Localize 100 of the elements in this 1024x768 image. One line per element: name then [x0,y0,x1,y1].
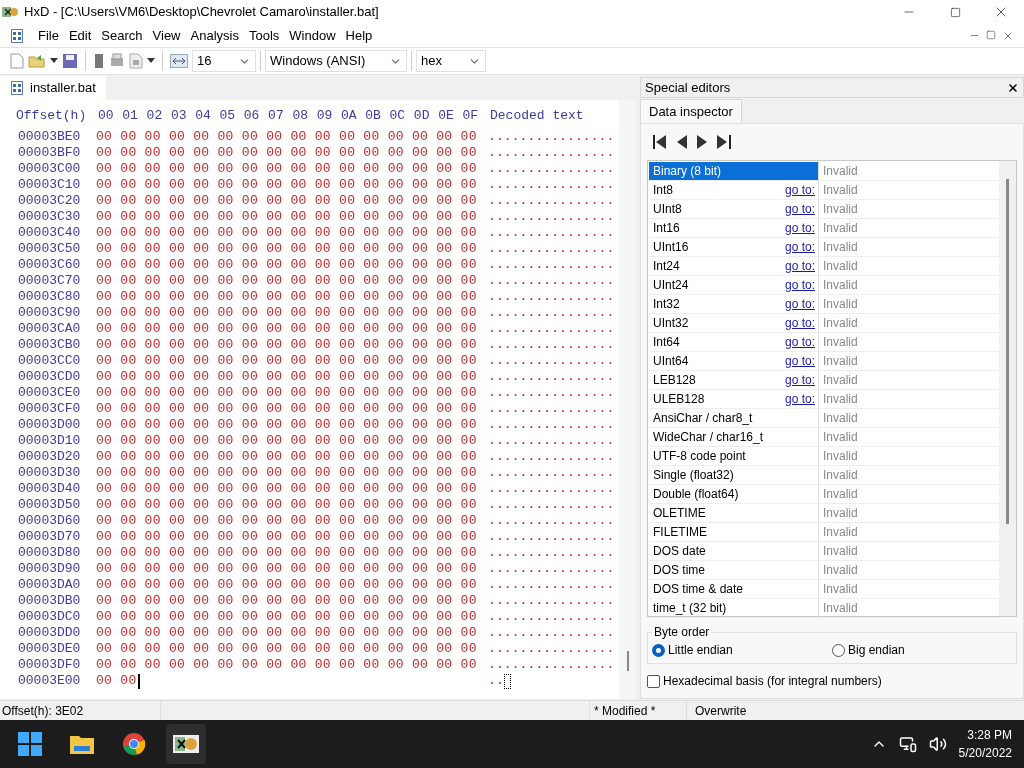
last-icon[interactable] [717,135,731,149]
decoded-text: ................ [488,369,615,385]
network-icon[interactable] [898,735,917,753]
next-icon[interactable] [697,135,707,149]
scrollbar[interactable] [619,100,636,699]
decoded-text: ................ [488,657,615,673]
hex-bytes: 00 00 00 00 00 00 00 00 00 00 00 00 00 00 00 00 [96,577,477,593]
decoded-text: ................ [488,417,615,433]
offset-text: 00003BF0 [17,145,82,161]
dropdown[interactable]: Windows (ANSI) [265,50,407,72]
type-cell[interactable]: Int24 go to: [649,257,819,275]
decoded-text: ................ [488,129,615,145]
type-cell[interactable]: UInt8 go to: [649,200,819,218]
column-width-icon[interactable] [170,54,188,68]
close-file-icon[interactable] [93,53,105,69]
go-to-link[interactable]: go to: [784,200,815,218]
type-cell[interactable]: FILETIME [649,523,819,541]
type-cell[interactable]: LEB128 go to: [649,371,819,389]
radio-option[interactable]: Big endian [832,641,1012,659]
menu-item[interactable]: Edit [64,25,96,46]
taskbar-app[interactable] [166,724,206,764]
caret-icon[interactable] [50,58,58,64]
type-cell[interactable]: UInt24 go to: [649,276,819,294]
column-header: 0B [365,108,382,125]
type-cell[interactable]: ULEB128 go to: [649,390,819,408]
hex-bytes: 00 00 00 00 00 00 00 00 00 00 00 00 00 00 00 00 [96,529,477,545]
first-icon[interactable] [653,135,667,149]
volume-icon[interactable] [928,735,947,753]
previous-icon[interactable] [677,135,687,149]
go-to-link[interactable]: go to: [784,257,815,275]
offset-text: 00003C00 [17,161,82,177]
clock[interactable]: 3:28 PM 5/20/2022 [958,726,1014,762]
type-cell[interactable]: time_t (32 bit) [649,599,819,617]
offset-header: Offset(h) [16,108,88,125]
menu-item[interactable]: File [34,25,63,46]
hex-bytes: 00 00 00 00 00 00 00 00 00 00 00 00 00 00 00 00 [96,129,477,145]
save-icon[interactable] [62,53,78,69]
go-to-link[interactable]: go to: [784,295,815,313]
go-to-link[interactable]: go to: [784,333,815,351]
menu-item[interactable]: Window [285,25,340,46]
type-cell[interactable]: Binary (8 bit) [649,162,819,180]
type-cell[interactable]: UInt32 go to: [649,314,819,332]
type-cell[interactable]: DOS date [649,542,819,560]
value-cell-text: Invalid [822,201,859,218]
dropdown[interactable]: 16 [192,50,256,72]
menu-item[interactable]: Tools [244,25,284,46]
type-cell[interactable]: UInt16 go to: [649,238,819,256]
type-cell[interactable]: DOS time [649,561,819,579]
type-cell[interactable]: UInt64 go to: [649,352,819,370]
go-to-link[interactable]: go to: [784,314,815,332]
caret-icon[interactable] [147,58,155,64]
go-to-link[interactable]: go to: [784,276,815,294]
hex-editor[interactable] [0,100,636,699]
offset-text: 00003BE0 [17,129,82,145]
go-to-link[interactable]: go to: [784,371,815,389]
go-to-link[interactable]: go to: [784,238,815,256]
printer-icon[interactable] [109,53,125,69]
type-cell[interactable]: OLETIME [649,504,819,522]
decoded-text: ................ [488,161,615,177]
menu-item[interactable]: Analysis [186,25,243,46]
decoded-text: ................ [488,241,615,257]
type-cell[interactable]: Int64 go to: [649,333,819,351]
menu-item[interactable]: Help [341,25,377,46]
menu-item[interactable]: Search [97,25,147,46]
panel-tab[interactable]: Data inspector [640,99,742,123]
hex-bytes: 00 00 00 00 00 00 00 00 00 00 00 00 00 00 00 00 [96,177,477,193]
type-cell[interactable]: Int32 go to: [649,295,819,313]
windows-logo-icon [18,732,42,756]
decoded-text: ................ [488,561,615,577]
hex-bytes: 00 00 00 00 00 00 00 00 00 00 00 00 00 00 00 00 [96,609,477,625]
type-cell[interactable]: DOS time & date [649,580,819,598]
offset-text: 00003C60 [17,257,82,273]
go-to-link[interactable]: go to: [784,219,815,237]
close-icon[interactable] [1007,81,1019,94]
go-to-link[interactable]: go to: [784,390,815,408]
type-cell[interactable]: Int16 go to: [649,219,819,237]
type-cell[interactable]: Double (float64) [649,485,819,503]
hex-basis-checkbox[interactable]: Hexadecimal basis (for integral numbers) [647,672,1017,690]
column-header: 03 [170,108,188,125]
hex-bytes: 00 00 00 00 00 00 00 00 00 00 00 00 00 00 00 00 [96,257,477,273]
type-cell[interactable]: Single (float32) [649,466,819,484]
dropdown[interactable]: hex [416,50,486,72]
type-cell[interactable]: AnsiChar / char8_t [649,409,819,427]
offset-text: 00003C10 [17,177,82,193]
scrollbar[interactable] [999,161,1016,616]
value-cell-text: Invalid [822,220,859,237]
type-cell[interactable]: UTF-8 code point [649,447,819,465]
value-cell-text: Invalid [822,334,859,351]
type-cell[interactable]: Int8 go to: [649,181,819,199]
value-cell-text: Invalid [822,315,859,332]
radio-option[interactable]: Little endian [652,641,832,659]
menu-item[interactable]: View [148,25,185,46]
file-tab[interactable]: installer.bat [0,76,106,100]
decoded-text: ................ [488,545,615,561]
go-to-link[interactable]: go to: [784,352,815,370]
document-icon [10,81,24,95]
column-header: 05 [219,108,237,125]
hex-bytes: 00 00 00 00 00 00 00 00 00 00 00 00 00 00 00 00 [96,433,477,449]
go-to-link[interactable]: go to: [784,181,815,199]
type-cell[interactable]: WideChar / char16_t [649,428,819,446]
